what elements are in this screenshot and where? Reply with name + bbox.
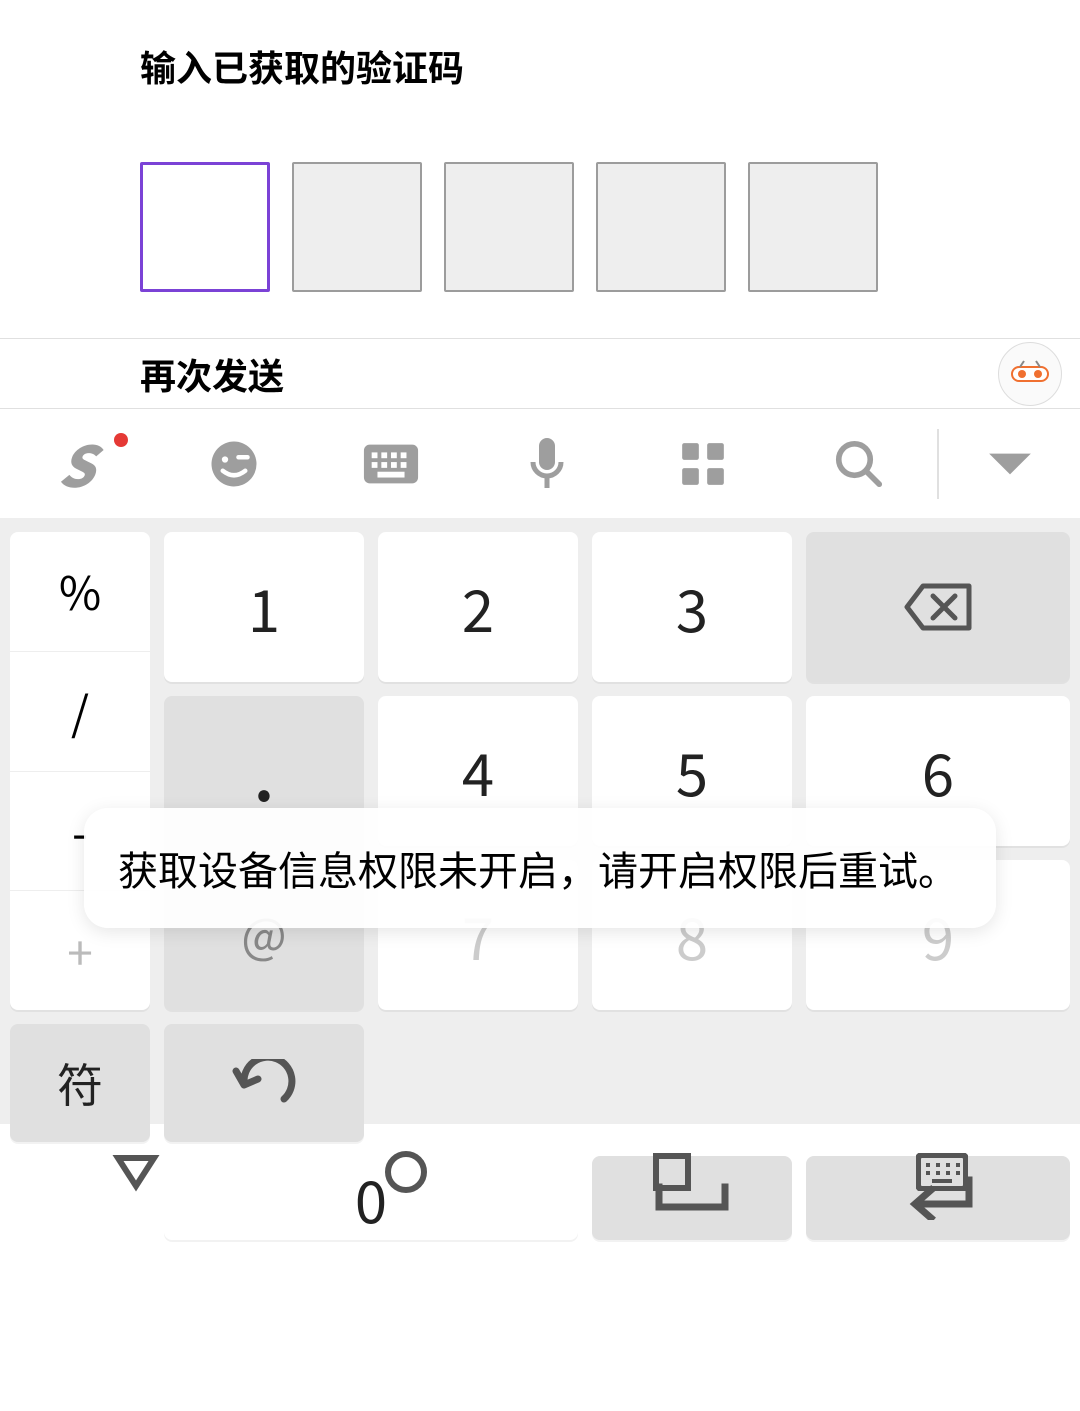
code-input-4[interactable] xyxy=(596,162,726,292)
keyboard-switch-button[interactable] xyxy=(312,441,468,487)
symbol-column: % / - + xyxy=(10,532,150,1010)
recent-square-icon xyxy=(652,1152,692,1192)
nav-recent-button[interactable] xyxy=(652,1152,692,1197)
code-input-2[interactable] xyxy=(292,162,422,292)
undo-icon xyxy=(232,1059,296,1107)
backspace-key[interactable] xyxy=(806,532,1070,682)
back-triangle-icon xyxy=(112,1152,160,1192)
search-button[interactable] xyxy=(781,437,937,491)
keyboard-switch-icon xyxy=(362,441,420,487)
undo-key[interactable] xyxy=(164,1024,364,1142)
search-icon xyxy=(832,437,886,491)
emoji-button[interactable] xyxy=(156,437,312,491)
key-1[interactable]: 1 xyxy=(164,532,364,682)
page-title: 输入已获取的验证码 xyxy=(140,40,940,92)
key-2[interactable]: 2 xyxy=(378,532,578,682)
notification-dot-icon xyxy=(114,433,128,447)
collapse-keyboard-button[interactable] xyxy=(939,449,1080,479)
verification-code-screen: 输入已获取的验证码 再次发送 xyxy=(0,0,1080,338)
backspace-icon xyxy=(903,582,973,632)
nav-back-button[interactable] xyxy=(112,1152,160,1197)
code-input-row xyxy=(140,162,940,292)
voice-button[interactable] xyxy=(469,436,625,492)
permission-toast: 获取设备信息权限未开启，请开启权限后重试。 xyxy=(84,808,996,928)
assistant-avatar-icon[interactable] xyxy=(998,342,1062,406)
percent-key[interactable]: % xyxy=(10,532,150,652)
key-0[interactable]: 0 xyxy=(164,1156,578,1240)
ime-toolbar: S xyxy=(0,408,1080,518)
resend-link[interactable]: 再次发送 xyxy=(140,348,940,400)
microphone-icon xyxy=(527,436,567,492)
code-input-5[interactable] xyxy=(748,162,878,292)
nav-ime-button[interactable] xyxy=(916,1153,968,1196)
nav-home-button[interactable] xyxy=(384,1150,428,1199)
space-key[interactable] xyxy=(592,1156,792,1240)
symbol-mode-key[interactable]: 符 xyxy=(10,1024,150,1142)
chevron-down-icon xyxy=(985,449,1035,479)
slash-key[interactable]: / xyxy=(10,652,150,772)
home-circle-icon xyxy=(384,1150,428,1194)
code-input-1[interactable] xyxy=(140,162,270,292)
ime-keyboard-icon xyxy=(916,1153,968,1191)
ime-logo-button[interactable]: S xyxy=(0,423,156,504)
key-3[interactable]: 3 xyxy=(592,532,792,682)
emoji-icon xyxy=(207,437,261,491)
apps-button[interactable] xyxy=(625,439,781,489)
code-input-3[interactable] xyxy=(444,162,574,292)
grid-icon xyxy=(678,439,728,489)
